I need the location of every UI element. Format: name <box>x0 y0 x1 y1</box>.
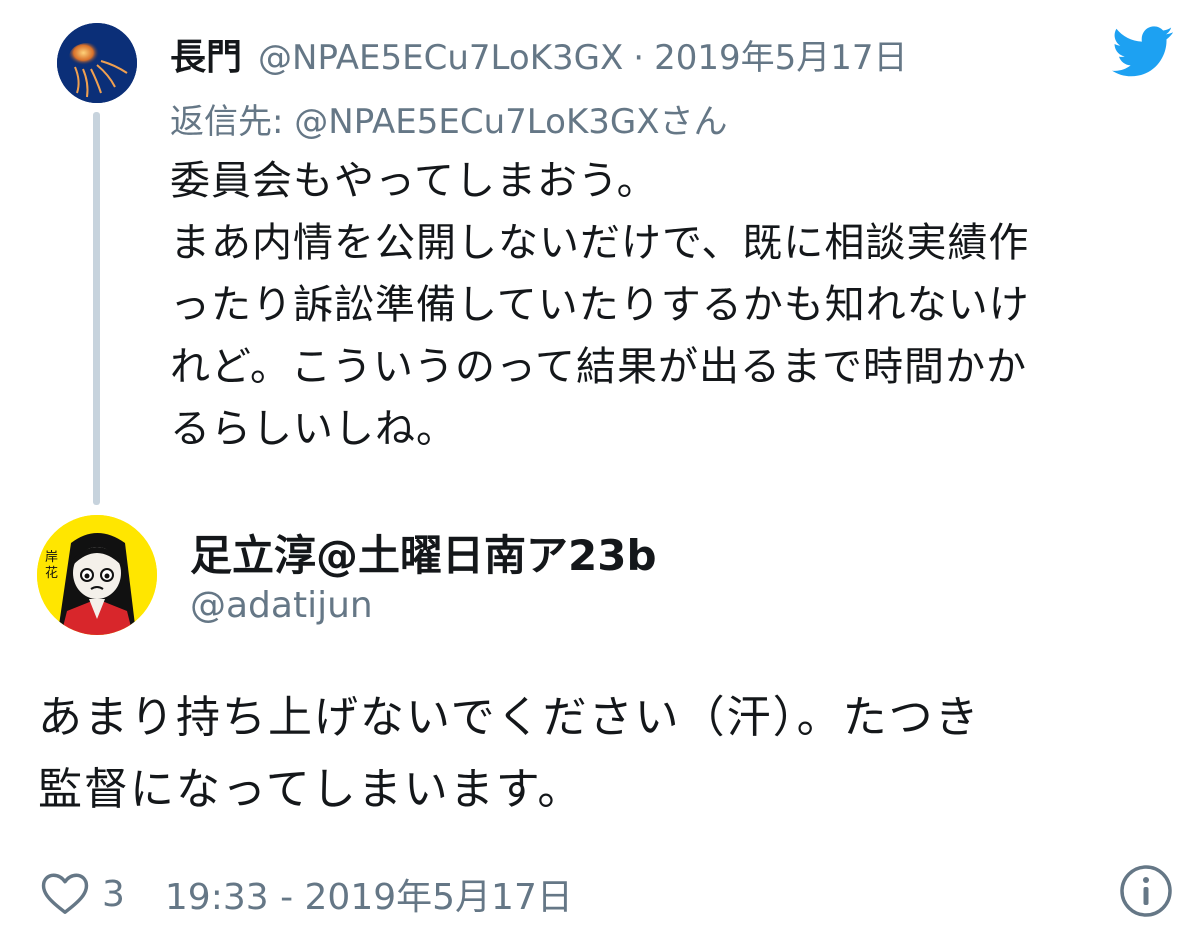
heart-icon[interactable] <box>40 871 90 917</box>
parent-handle[interactable]: @NPAE5ECu7LoK3GX <box>258 38 623 78</box>
tweet-footer: 3 19:33 - 2019年5月17日 <box>40 866 573 922</box>
parent-text-line: るらしいしね。 <box>170 406 457 452</box>
parent-text-line: れど。こういうのって結果が出るまで時間かか <box>170 344 1027 390</box>
parent-date[interactable]: 2019年5月17日 <box>654 30 907 79</box>
main-tweet-text: あまり持ち上げないでください（汗）。たつき 監督になってしまいます。 <box>38 682 1168 826</box>
parent-tweet-header: 長門 @NPAE5ECu7LoK3GX · 2019年5月17日 <box>170 28 908 78</box>
header-separator: · <box>633 38 645 78</box>
parent-avatar[interactable] <box>57 23 137 103</box>
parent-display-name[interactable]: 長門 <box>170 28 242 80</box>
tweet-thread: 長門 @NPAE5ECu7LoK3GX · 2019年5月17日 返信先: @N… <box>0 0 1200 943</box>
parent-text-line: まあ内情を公開しないだけで、既に相談実績作 <box>170 220 1030 266</box>
info-icon[interactable] <box>1118 863 1174 919</box>
parent-text-line: 委員会もやってしまおう。 <box>170 158 658 204</box>
parent-tweet-text: 委員会もやってしまおう。 まあ内情を公開しないだけで、既に相談実績作 ったり訴訟… <box>170 150 1170 460</box>
main-text-line: あまり持ち上げないでください（汗）。たつき <box>38 692 981 743</box>
thread-connector-line <box>93 112 100 505</box>
main-display-name[interactable]: 足立淳@土曜日南ア23b <box>190 522 657 583</box>
main-avatar[interactable]: 岸 花 <box>37 515 157 635</box>
main-handle[interactable]: @adatijun <box>190 585 373 626</box>
reply-to-label[interactable]: 返信先: @NPAE5ECu7LoK3GXさん <box>170 94 728 143</box>
twitter-bird-icon <box>1112 26 1174 78</box>
svg-text:岸: 岸 <box>45 550 58 565</box>
main-text-line: 監督になってしまいます。 <box>38 764 584 815</box>
svg-text:花: 花 <box>45 565 58 581</box>
like-count[interactable]: 3 <box>102 874 125 915</box>
parent-text-line: ったり訴訟準備していたりするかも知れないけ <box>170 282 1030 328</box>
tweet-timestamp[interactable]: 19:33 - 2019年5月17日 <box>165 868 573 920</box>
